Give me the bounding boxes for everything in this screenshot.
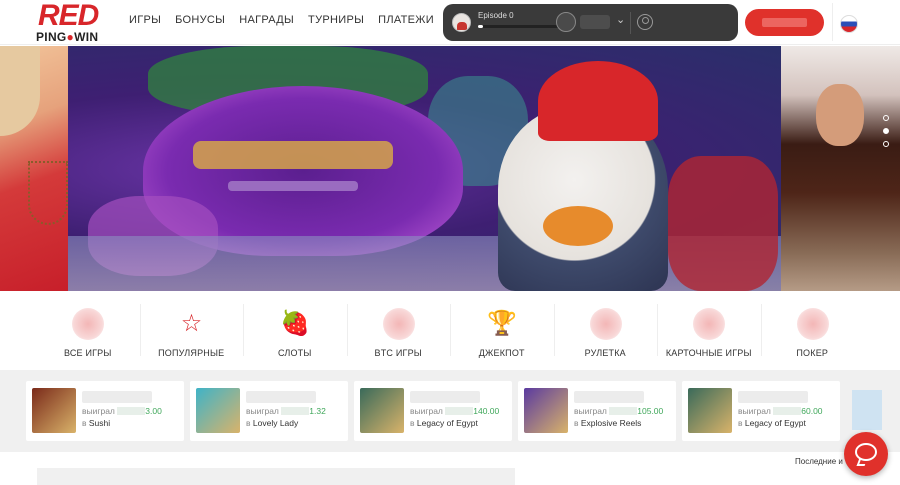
category-label: ДЖЕКПОТ (478, 348, 525, 358)
winner-name (410, 391, 480, 403)
recent-label: Последние и (795, 457, 843, 466)
win-amount-line: выиграл 140.00 (410, 406, 500, 416)
win-card[interactable]: выиграл 1.32 в Lovely Lady (190, 381, 348, 441)
main-nav: ИГРЫ БОНУСЫ НАГРАДЫ ТУРНИРЫ ПЛАТЕЖИ (129, 14, 434, 26)
win-card-partial[interactable] (852, 390, 882, 430)
hero-side-image-right (781, 46, 900, 291)
nav-payments[interactable]: ПЛАТЕЖИ (378, 14, 434, 26)
trophy-icon: 🏆 (487, 310, 517, 337)
category-label: КАРТОЧНЫЕ ИГРЫ (665, 348, 752, 358)
user-icon[interactable] (637, 14, 653, 30)
hero-side-image-left (0, 46, 68, 291)
balance-circle-icon (556, 12, 576, 32)
win-amount-line: выиграл 105.00 (574, 406, 664, 416)
chat-bubble-icon (855, 443, 877, 461)
win-amount-line: выиграл 3.00 (82, 406, 162, 416)
game-name: Sushi (88, 418, 111, 428)
category-label: ПОПУЛЯРНЫЕ (158, 348, 225, 358)
game-thumbnail[interactable] (196, 388, 240, 433)
hero-logo-subtitle (228, 181, 358, 191)
all-games-icon (72, 308, 104, 340)
register-button-label (762, 18, 807, 27)
page: RED PING●WIN ИГРЫ БОНУСЫ НАГРАДЫ ТУРНИРЫ… (0, 0, 900, 485)
hero-logo-title (193, 141, 393, 169)
game-thumbnail[interactable] (32, 388, 76, 433)
category-all-games[interactable]: ВСЕ ИГРЫ (36, 300, 140, 364)
roulette-icon (589, 308, 622, 340)
ru-flag-icon (840, 15, 858, 33)
register-button[interactable] (745, 9, 824, 36)
winner-name (738, 391, 808, 403)
category-label: ВСЕ ИГРЫ (63, 348, 112, 358)
language-selector[interactable] (832, 3, 864, 41)
nav-tournaments[interactable]: ТУРНИРЫ (308, 14, 364, 26)
agent-avatar-icon (452, 13, 471, 32)
star-icon: ☆ (180, 310, 203, 337)
category-label: ПОКЕР (796, 348, 829, 358)
win-card[interactable]: выиграл 3.00 в Sushi (26, 381, 184, 441)
hero-dot[interactable] (883, 141, 889, 147)
category-bar: ВСЕ ИГРЫ ☆ ПОПУЛЯРНЫЕ 🍓 СЛОТЫ BTC ИГРЫ 🏆… (36, 300, 864, 364)
category-label: СЛОТЫ (277, 348, 312, 358)
category-slots[interactable]: 🍓 СЛОТЫ (243, 300, 347, 364)
category-jackpot[interactable]: 🏆 ДЖЕКПОТ (450, 300, 554, 364)
win-amount-line: выиграл 60.00 (738, 406, 823, 416)
category-label: BTC ИГРЫ (374, 348, 422, 358)
win-game-line: в Legacy of Egypt (410, 418, 478, 428)
game-thumbnail[interactable] (360, 388, 404, 433)
fruits-icon: 🍓 (280, 310, 310, 337)
win-card[interactable]: выиграл 105.00 в Explosive Reels (518, 381, 676, 441)
hero-dot-active[interactable] (883, 128, 889, 134)
game-thumbnail[interactable] (688, 388, 732, 433)
category-popular[interactable]: ☆ ПОПУЛЯРНЫЕ (139, 300, 244, 364)
divider (630, 12, 631, 34)
btc-icon (382, 308, 415, 340)
nav-bonuses[interactable]: БОНУСЫ (175, 14, 225, 26)
cards-icon (693, 308, 725, 340)
win-game-line: в Lovely Lady (246, 418, 299, 428)
category-poker[interactable]: ПОКЕР (760, 300, 865, 364)
penguin-hat (538, 61, 658, 141)
game-name: Legacy of Egypt (416, 418, 478, 428)
hero-main-image[interactable] (68, 46, 781, 291)
nav-games[interactable]: ИГРЫ (129, 14, 161, 26)
category-btc-games[interactable]: BTC ИГРЫ (346, 300, 451, 364)
category-roulette[interactable]: РУЛЕТКА (553, 300, 658, 364)
logo[interactable]: RED PING●WIN (36, 0, 108, 44)
header: RED PING●WIN ИГРЫ БОНУСЫ НАГРАДЫ ТУРНИРЫ… (0, 0, 900, 45)
content-placeholder (37, 468, 515, 485)
chat-button[interactable] (844, 432, 888, 476)
hero-bg-shape (668, 156, 778, 291)
episode-title: Episode 0 (478, 11, 514, 20)
game-name: Lovely Lady (252, 418, 299, 428)
win-game-line: в Sushi (82, 418, 111, 428)
game-thumbnail[interactable] (524, 388, 568, 433)
logo-red-text: RED (38, 0, 99, 32)
logo-pingwin-text: PING●WIN (36, 30, 99, 44)
penguin-beak (543, 206, 613, 246)
category-label: РУЛЕТКА (584, 348, 626, 358)
win-game-line: в Legacy of Egypt (738, 418, 806, 428)
winner-name (246, 391, 316, 403)
hero-model-face (816, 84, 864, 146)
winner-name (574, 391, 644, 403)
chevron-down-icon[interactable]: ⌄ (616, 13, 625, 26)
balance-value (580, 15, 610, 29)
hero-dot[interactable] (883, 115, 889, 121)
win-card[interactable]: выиграл 140.00 в Legacy of Egypt (354, 381, 512, 441)
game-name: Legacy of Egypt (744, 418, 806, 428)
episode-progress-fill (478, 25, 483, 28)
poker-icon (796, 308, 829, 340)
win-game-line: в Explosive Reels (574, 418, 642, 428)
nav-rewards[interactable]: НАГРАДЫ (239, 14, 294, 26)
hero-pagination (883, 115, 889, 147)
game-name: Explosive Reels (580, 418, 642, 428)
win-card[interactable]: выиграл 60.00 в Legacy of Egypt (682, 381, 840, 441)
recent-wins-strip: выиграл 3.00 в Sushi выиграл 1.32 в Love… (0, 370, 900, 452)
category-card-games[interactable]: КАРТОЧНЫЕ ИГРЫ (657, 300, 761, 364)
episode-panel: Episode 0 ⌄ (443, 4, 738, 41)
hero-banner[interactable] (0, 46, 900, 291)
winner-name (82, 391, 152, 403)
win-amount-line: выиграл 1.32 (246, 406, 326, 416)
